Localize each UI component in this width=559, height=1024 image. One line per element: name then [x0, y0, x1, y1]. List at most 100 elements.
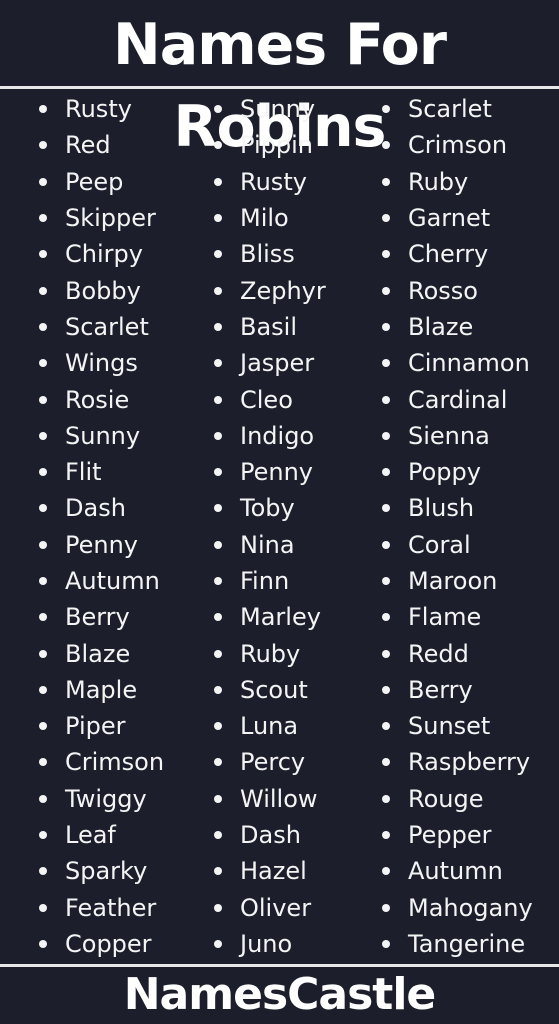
list-item: Cherry [382, 236, 533, 272]
list-item: Cinnamon [382, 345, 533, 381]
name-text: Pepper [408, 821, 492, 850]
name-text: Crimson [408, 131, 508, 160]
list-item: Sparky [39, 853, 164, 889]
name-text: Pippin [240, 131, 313, 160]
bullet-icon [39, 504, 47, 513]
name-text: Tangerine [408, 929, 526, 958]
name-text: Scarlet [65, 312, 149, 341]
list-item: Chirpy [39, 236, 164, 272]
bullet-icon [214, 286, 222, 295]
list-item: Skipper [39, 200, 164, 236]
bullet-icon [214, 468, 222, 477]
name-text: Berry [408, 675, 473, 704]
list-item: Poppy [382, 454, 533, 490]
bullet-icon [39, 214, 47, 223]
name-text: Cinnamon [408, 349, 530, 378]
bullet-icon [382, 504, 390, 513]
list-item: Maple [39, 672, 164, 708]
bullet-icon [39, 613, 47, 622]
name-text: Penny [65, 530, 139, 559]
list-item: Crimson [39, 744, 164, 780]
name-text: Juno [240, 929, 293, 958]
list-item: Dash [39, 490, 164, 526]
name-text: Cleo [240, 385, 293, 414]
name-text: Hazel [240, 857, 307, 886]
bullet-icon [214, 504, 222, 513]
bullet-icon [39, 105, 47, 114]
name-text: Sunset [408, 712, 491, 741]
name-text: Coral [408, 530, 471, 559]
name-text: Basil [240, 312, 298, 341]
bullet-icon [214, 867, 222, 876]
list-item: Percy [214, 744, 326, 780]
bullet-icon [214, 685, 222, 694]
name-text: Cherry [408, 240, 489, 269]
bullet-icon [39, 540, 47, 549]
name-text: Nina [240, 530, 295, 559]
name-text: Twiggy [65, 784, 147, 813]
name-text: Bliss [240, 240, 295, 269]
name-text: Scarlet [408, 95, 492, 124]
list-item: Mahogany [382, 890, 533, 926]
bullet-icon [382, 831, 390, 840]
name-text: Maroon [408, 567, 498, 595]
names-column-2: Sunny Pippin Rusty Milo Bliss Zephyr Basil Jasp… [214, 91, 326, 962]
name-text: Rusty [65, 95, 132, 124]
name-text: Raspberry [408, 748, 531, 777]
list-item: Scout [214, 672, 326, 708]
list-item: Marley [214, 599, 326, 635]
bullet-icon [382, 214, 390, 223]
bullet-icon [39, 794, 47, 803]
list-item: Peep [39, 164, 164, 200]
name-text: Oliver [240, 893, 312, 922]
bullet-icon [39, 468, 47, 477]
bullet-icon [382, 867, 390, 876]
list-item: Blaze [39, 635, 164, 671]
bullet-icon [39, 286, 47, 295]
list-item: Flit [39, 454, 164, 490]
bullet-icon [382, 613, 390, 622]
list-item: Wings [39, 345, 164, 381]
name-text: Willow [240, 784, 318, 813]
bullet-icon [39, 903, 47, 912]
name-text: Indigo [240, 421, 315, 450]
list-item: Pepper [382, 817, 533, 853]
bullet-icon [39, 939, 47, 948]
bullet-icon [382, 794, 390, 803]
bullet-icon [39, 322, 47, 331]
bullet-icon [39, 685, 47, 694]
list-item: Twiggy [39, 781, 164, 817]
bullet-icon [39, 359, 47, 368]
name-text: Feather [65, 893, 157, 922]
name-text: Jasper [240, 349, 315, 378]
bullet-icon [382, 250, 390, 259]
list-item: Penny [214, 454, 326, 490]
bullet-icon [214, 105, 222, 114]
bullet-icon [214, 250, 222, 259]
name-text: Wings [65, 349, 138, 378]
list-item: Sunny [214, 91, 326, 127]
bullet-icon [214, 214, 222, 223]
list-item: Rosie [39, 381, 164, 417]
bullet-icon [39, 758, 47, 767]
name-text: Finn [240, 567, 290, 595]
list-item: Hazel [214, 853, 326, 889]
list-item: Sunny [39, 418, 164, 454]
bullet-icon [382, 685, 390, 694]
name-text: Sparky [65, 857, 148, 886]
bullet-icon [39, 431, 47, 440]
name-text: Autumn [408, 857, 503, 886]
name-text: Blaze [65, 639, 131, 668]
name-text: Rosie [65, 385, 130, 414]
list-item: Redd [382, 635, 533, 671]
list-item: Coral [382, 527, 533, 563]
bullet-icon [214, 395, 222, 404]
name-text: Chirpy [65, 240, 143, 269]
bullet-icon [214, 431, 222, 440]
list-item: Dash [214, 817, 326, 853]
bullet-icon [382, 359, 390, 368]
list-item: Maroon [382, 563, 533, 599]
name-text: Rouge [408, 784, 484, 813]
list-item: Raspberry [382, 744, 533, 780]
list-item: Ruby [214, 635, 326, 671]
